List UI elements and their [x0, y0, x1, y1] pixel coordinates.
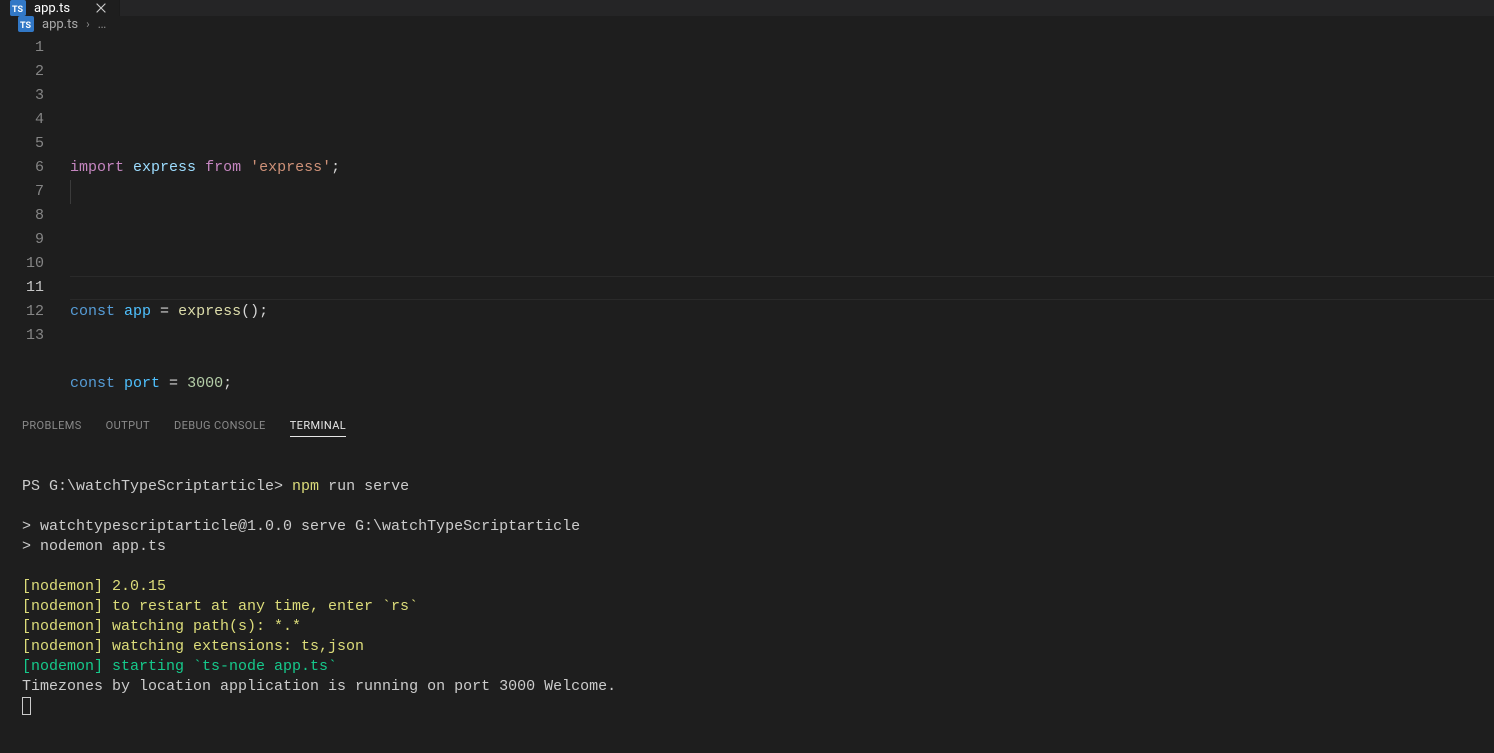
- typescript-file-icon: TS: [10, 0, 26, 16]
- tab-bar: TS app.ts: [0, 0, 1494, 16]
- panel-tab-output[interactable]: OUTPUT: [106, 419, 150, 437]
- code-editor[interactable]: 12345678910111213 import express from 'e…: [0, 32, 1494, 411]
- panel-tab-problems[interactable]: PROBLEMS: [22, 419, 82, 437]
- line-number: 13: [0, 324, 44, 348]
- terminal[interactable]: PS G:\watchTypeScriptarticle> npm run se…: [0, 443, 1494, 753]
- line-number: 4: [0, 108, 44, 132]
- line-number: 9: [0, 228, 44, 252]
- typescript-file-icon: TS: [18, 16, 34, 32]
- terminal-cmd: npm: [292, 478, 319, 495]
- line-number: 6: [0, 156, 44, 180]
- panel-tab-bar: PROBLEMS OUTPUT DEBUG CONSOLE TERMINAL: [0, 411, 1494, 443]
- line-number: 3: [0, 84, 44, 108]
- indent-guide: [70, 180, 71, 204]
- line-number: 11: [0, 276, 44, 300]
- terminal-cursor: [22, 697, 31, 715]
- terminal-line: > nodemon app.ts: [22, 538, 166, 555]
- terminal-prompt: PS G:\watchTypeScriptarticle>: [22, 478, 292, 495]
- line-number: 12: [0, 300, 44, 324]
- close-icon: [94, 1, 108, 15]
- current-line-highlight: [70, 276, 1494, 300]
- terminal-line: Timezones by location application is run…: [22, 678, 616, 695]
- line-number: 7: [0, 180, 44, 204]
- panel-tab-terminal[interactable]: TERMINAL: [290, 419, 346, 437]
- terminal-line: [nodemon] starting `ts-node app.ts`: [22, 658, 337, 675]
- breadcrumb[interactable]: TS app.ts › …: [0, 16, 1494, 32]
- integrated-panel: PROBLEMS OUTPUT DEBUG CONSOLE TERMINAL P…: [0, 411, 1494, 753]
- tab-app-ts[interactable]: TS app.ts: [0, 0, 120, 16]
- line-number-gutter: 12345678910111213: [0, 36, 70, 411]
- line-number: 5: [0, 132, 44, 156]
- tab-title: app.ts: [34, 1, 70, 16]
- panel-tab-debug-console[interactable]: DEBUG CONSOLE: [174, 419, 266, 437]
- line-number: 10: [0, 252, 44, 276]
- breadcrumb-file: app.ts: [42, 17, 78, 32]
- line-number: 8: [0, 204, 44, 228]
- line-number: 2: [0, 60, 44, 84]
- close-tab-button[interactable]: [93, 0, 109, 16]
- terminal-line: > watchtypescriptarticle@1.0.0 serve G:\…: [22, 518, 580, 535]
- breadcrumb-more: …: [98, 17, 107, 32]
- terminal-line: [nodemon] watching extensions: ts,json: [22, 638, 364, 655]
- terminal-cmd-args: run serve: [319, 478, 409, 495]
- line-number: 1: [0, 36, 44, 60]
- code-line: import express from 'express';: [70, 156, 1494, 180]
- terminal-line: [nodemon] 2.0.15: [22, 578, 166, 595]
- chevron-right-icon: ›: [86, 17, 90, 31]
- code-line: [70, 228, 1494, 252]
- code-line: const port = 3000;: [70, 372, 1494, 396]
- terminal-line: [nodemon] watching path(s): *.*: [22, 618, 301, 635]
- code-line: const app = express();: [70, 300, 1494, 324]
- terminal-line: [nodemon] to restart at any time, enter …: [22, 598, 418, 615]
- code-area[interactable]: import express from 'express'; const app…: [70, 36, 1494, 411]
